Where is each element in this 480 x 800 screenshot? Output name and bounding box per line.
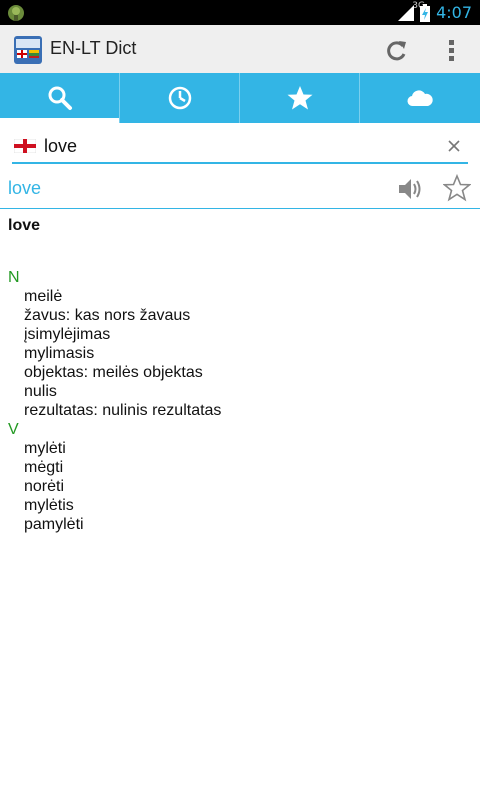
translation-item: įsimylėjimas xyxy=(24,326,111,343)
entry-word: love xyxy=(8,178,42,198)
translation-item: pamylėti xyxy=(24,516,84,533)
translation-item: mylėtis xyxy=(24,497,74,514)
overflow-menu-button[interactable] xyxy=(434,33,470,69)
app-title: EN-LT Dict xyxy=(50,38,137,58)
refresh-button[interactable] xyxy=(378,33,414,69)
translation-item: mylimasis xyxy=(24,345,95,362)
android-notification-icon xyxy=(8,5,24,21)
tab-bar xyxy=(0,73,480,123)
translation-item: objektas: meilės objektas xyxy=(24,364,203,381)
tab-cloud[interactable] xyxy=(360,73,480,123)
pronounce-button[interactable] xyxy=(396,174,426,204)
app-logo-icon[interactable] xyxy=(14,36,42,64)
status-bar: 3G 4:07 xyxy=(0,0,480,25)
translation-item: nulis xyxy=(24,383,57,400)
battery-icon xyxy=(420,3,431,22)
part-of-speech-label: N xyxy=(8,269,20,286)
translation-item: rezultatas: nulinis rezultatas xyxy=(24,402,222,419)
clear-search-button[interactable] xyxy=(444,136,464,156)
signal-icon xyxy=(398,4,415,21)
part-of-speech-label: V xyxy=(8,421,19,438)
close-icon xyxy=(448,140,460,152)
search-bar xyxy=(12,130,468,164)
definition-content: love N meilė žavus: kas nors žavaus įsim… xyxy=(8,214,468,534)
tab-search[interactable] xyxy=(0,73,120,123)
speaker-icon xyxy=(399,179,421,199)
translation-item: žavus: kas nors žavaus xyxy=(24,307,191,324)
translation-item: mylėti xyxy=(24,440,66,457)
search-icon xyxy=(48,86,72,110)
tab-history[interactable] xyxy=(120,73,240,123)
overflow-menu-icon xyxy=(449,40,454,61)
tab-favorites[interactable] xyxy=(240,73,360,123)
england-flag-icon[interactable] xyxy=(14,139,36,153)
action-bar: EN-LT Dict xyxy=(0,25,480,74)
star-outline-icon xyxy=(443,174,471,202)
translation-item: mėgti xyxy=(24,459,64,476)
cloud-icon xyxy=(407,90,433,107)
star-icon xyxy=(287,86,312,110)
search-input[interactable] xyxy=(44,133,434,159)
clock-icon xyxy=(168,86,191,110)
headword: love xyxy=(8,217,41,234)
refresh-icon xyxy=(387,41,406,61)
clock-time: 4:07 xyxy=(436,3,472,22)
entry-header: love xyxy=(0,170,480,209)
favorite-button[interactable] xyxy=(442,173,472,203)
translation-item: meilė xyxy=(24,288,63,305)
translation-item: norėti xyxy=(24,478,65,495)
